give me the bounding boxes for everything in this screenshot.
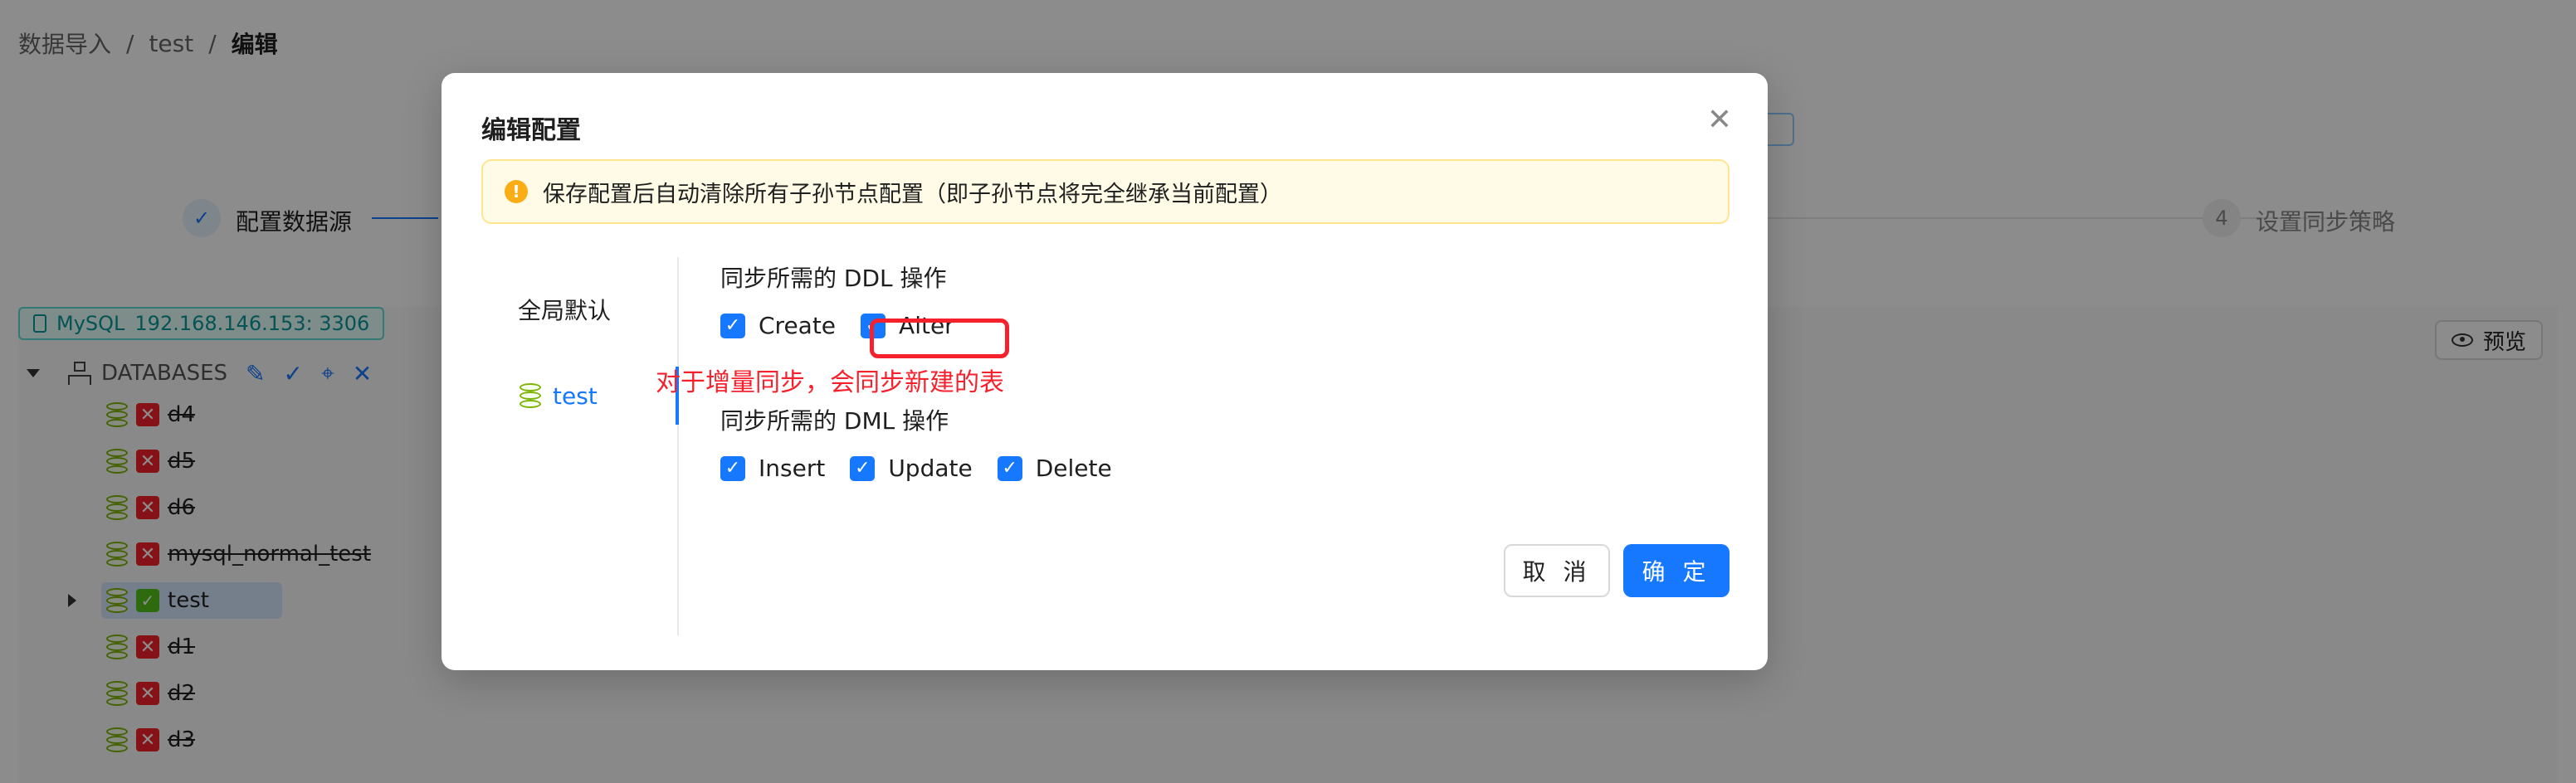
- checkbox-label: Create: [759, 312, 837, 339]
- config-side-nav: 全局默认 test: [481, 257, 679, 635]
- warning-alert: ! 保存配置后自动清除所有子孙节点配置（即子孙节点将完全继承当前配置）: [481, 159, 1730, 224]
- dml-options: ✓ Insert ✓ Update ✓ Delete: [720, 455, 1112, 482]
- checkbox-label: Update: [888, 455, 973, 482]
- annotation-text: 对于增量同步，会同步新建的表: [656, 368, 1004, 397]
- dml-section-title: 同步所需的 DML 操作: [720, 407, 949, 435]
- checkbox-update[interactable]: ✓ Update: [850, 455, 973, 482]
- ok-button[interactable]: 确 定: [1623, 544, 1730, 597]
- checkbox-label: Delete: [1035, 455, 1112, 482]
- database-icon: [520, 383, 541, 408]
- ddl-section-title: 同步所需的 DDL 操作: [720, 265, 947, 292]
- annotation-highlight-box: [870, 319, 1009, 358]
- exclamation-icon: !: [505, 180, 528, 203]
- checkbox-checked-icon[interactable]: ✓: [850, 455, 876, 481]
- alert-text: 保存配置后自动清除所有子孙节点配置（即子孙节点将完全继承当前配置）: [543, 181, 1282, 207]
- nav-item-label: test: [553, 382, 598, 410]
- checkbox-insert[interactable]: ✓ Insert: [720, 455, 825, 482]
- checkbox-checked-icon[interactable]: ✓: [720, 455, 745, 481]
- checkbox-checked-icon[interactable]: ✓: [720, 313, 745, 338]
- cancel-button[interactable]: 取 消: [1504, 544, 1610, 597]
- checkbox-label: Insert: [759, 455, 826, 482]
- modal-title: 编辑配置: [481, 116, 581, 145]
- checkbox-delete[interactable]: ✓ Delete: [997, 455, 1112, 482]
- nav-item-global-default[interactable]: 全局默认: [480, 280, 677, 338]
- checkbox-checked-icon[interactable]: ✓: [997, 455, 1022, 481]
- edit-config-modal: 编辑配置 ✕ ! 保存配置后自动清除所有子孙节点配置（即子孙节点将完全继承当前配…: [442, 73, 1768, 670]
- checkbox-create[interactable]: ✓ Create: [720, 312, 836, 339]
- close-icon[interactable]: ✕: [1705, 103, 1734, 137]
- nav-item-test[interactable]: test: [481, 367, 679, 425]
